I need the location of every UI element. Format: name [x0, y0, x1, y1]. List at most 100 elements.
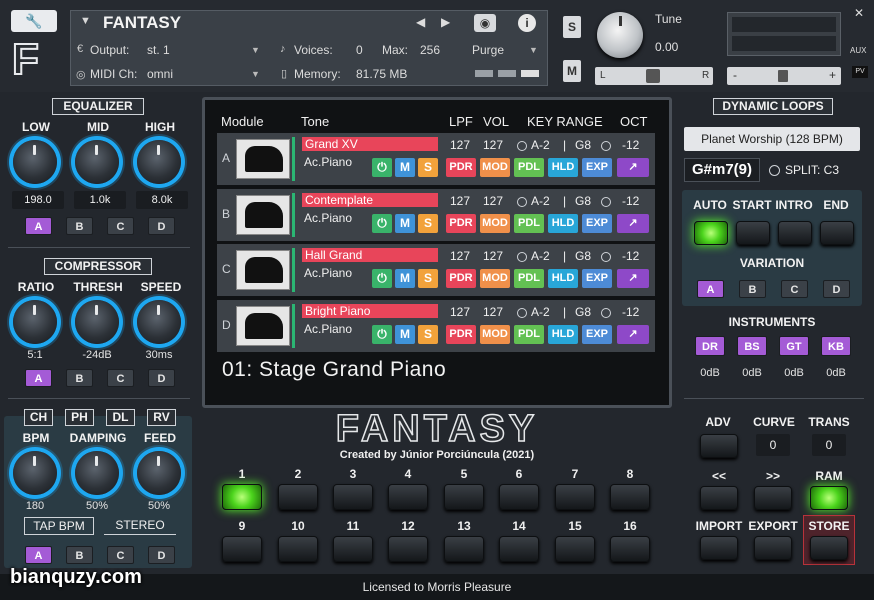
instrument-guitar-level[interactable]: 0dB — [776, 367, 812, 379]
module-key-low[interactable]: A-2 — [531, 194, 550, 208]
module-edit-icon[interactable]: ↗ — [617, 325, 649, 344]
module-exp-toggle[interactable]: EXP — [582, 325, 612, 344]
fx-preset-d[interactable]: D — [148, 546, 175, 564]
module-power-button[interactable]: ⏻ — [372, 325, 392, 344]
key-high-radio[interactable] — [601, 197, 611, 207]
volume-handle[interactable] — [778, 70, 788, 82]
loop-start-button[interactable] — [736, 221, 770, 245]
wrench-icon[interactable]: 🔧 — [11, 10, 57, 32]
variation-c[interactable]: C — [781, 280, 808, 298]
eq-preset-d[interactable]: D — [148, 217, 175, 235]
eq-mid-knob[interactable] — [75, 140, 119, 184]
fx-tab-chorus[interactable]: CH — [24, 409, 53, 426]
pad-button[interactable] — [555, 536, 595, 562]
module-lpf-value[interactable]: 127 — [450, 305, 470, 319]
module-exp-toggle[interactable]: EXP — [582, 269, 612, 288]
module-vol-value[interactable]: 127 — [483, 249, 503, 263]
module-solo-button[interactable]: S — [418, 269, 438, 288]
module-pdl-toggle[interactable]: PDL — [514, 269, 544, 288]
module-key-high[interactable]: G8 — [575, 138, 591, 152]
variation-b[interactable]: B — [739, 280, 766, 298]
next-button[interactable] — [754, 486, 792, 510]
instrument-keyboard[interactable]: KB — [821, 336, 851, 356]
module-key-high[interactable]: G8 — [575, 194, 591, 208]
pad-button[interactable] — [278, 536, 318, 562]
module-mod-toggle[interactable]: MOD — [480, 269, 510, 288]
midi-select[interactable]: omni — [147, 67, 173, 81]
eq-preset-b[interactable]: B — [66, 217, 93, 235]
pad-button[interactable] — [610, 484, 650, 510]
module-key-low[interactable]: A-2 — [531, 249, 550, 263]
key-low-radio[interactable] — [517, 197, 527, 207]
pad-button[interactable] — [610, 536, 650, 562]
purge-dropdown-icon[interactable]: ▼ — [529, 45, 538, 55]
key-low-radio[interactable] — [517, 252, 527, 262]
module-pdl-toggle[interactable]: PDL — [514, 214, 544, 233]
pad-button[interactable] — [222, 536, 262, 562]
module-mute-button[interactable]: M — [395, 158, 415, 177]
module-oct-value[interactable]: -12 — [622, 305, 639, 319]
collapse-icon[interactable]: ▼ — [80, 15, 91, 27]
module-solo-button[interactable]: S — [418, 158, 438, 177]
ram-button[interactable] — [810, 486, 848, 510]
pad-button[interactable] — [499, 484, 539, 510]
module-patch-name[interactable]: Bright Piano — [302, 304, 438, 318]
comp-preset-c[interactable]: C — [107, 369, 134, 387]
eq-low-knob[interactable] — [13, 140, 57, 184]
comp-preset-b[interactable]: B — [66, 369, 93, 387]
module-oct-value[interactable]: -12 — [622, 249, 639, 263]
camera-icon[interactable]: ◉ — [474, 14, 496, 32]
module-lpf-value[interactable]: 127 — [450, 138, 470, 152]
eq-high-knob[interactable] — [137, 140, 181, 184]
tune-value[interactable]: 0.00 — [655, 40, 678, 54]
instrument-drums-level[interactable]: 0dB — [692, 367, 728, 379]
module-hld-toggle[interactable]: HLD — [548, 325, 578, 344]
curve-value[interactable]: 0 — [756, 434, 790, 456]
split-radio[interactable] — [769, 165, 780, 176]
stereo-button[interactable]: STEREO — [104, 517, 176, 535]
pad-button[interactable] — [333, 536, 373, 562]
pad-button[interactable] — [444, 536, 484, 562]
pad-button[interactable] — [388, 484, 428, 510]
eq-high-value[interactable]: 8.0k — [136, 191, 188, 209]
module-pdr-toggle[interactable]: PDR — [446, 214, 476, 233]
fx-feed-knob[interactable] — [137, 451, 181, 495]
key-low-radio[interactable] — [517, 308, 527, 318]
module-mute-button[interactable]: M — [395, 214, 415, 233]
loop-auto-button[interactable] — [694, 221, 728, 245]
module-mute-button[interactable]: M — [395, 325, 415, 344]
module-pdr-toggle[interactable]: PDR — [446, 158, 476, 177]
fx-preset-b[interactable]: B — [66, 546, 93, 564]
module-edit-icon[interactable]: ↗ — [617, 158, 649, 177]
module-key-low[interactable]: A-2 — [531, 138, 550, 152]
max-value[interactable]: 256 — [420, 43, 440, 57]
loop-intro-button[interactable] — [778, 221, 812, 245]
key-high-radio[interactable] — [601, 141, 611, 151]
adv-button[interactable] — [700, 434, 738, 458]
module-oct-value[interactable]: -12 — [622, 138, 639, 152]
module-patch-name[interactable]: Contemplate — [302, 193, 438, 207]
module-key-high[interactable]: G8 — [575, 305, 591, 319]
module-mute-button[interactable]: M — [395, 269, 415, 288]
instrument-keyboard-level[interactable]: 0dB — [818, 367, 854, 379]
comp-speed-knob[interactable] — [137, 300, 181, 344]
fx-tab-delay[interactable]: DL — [106, 409, 135, 426]
module-pdr-toggle[interactable]: PDR — [446, 269, 476, 288]
preset-name[interactable]: 01: Stage Grand Piano — [222, 358, 446, 382]
module-power-button[interactable]: ⏻ — [372, 269, 392, 288]
eq-preset-a[interactable]: A — [25, 217, 52, 235]
midi-dropdown-icon[interactable]: ▼ — [251, 69, 260, 79]
module-mod-toggle[interactable]: MOD — [480, 158, 510, 177]
pad-button[interactable] — [278, 484, 318, 510]
key-high-radio[interactable] — [601, 308, 611, 318]
eq-mid-value[interactable]: 1.0k — [74, 191, 126, 209]
module-vol-value[interactable]: 127 — [483, 194, 503, 208]
module-hld-toggle[interactable]: HLD — [548, 158, 578, 177]
instrument-bass[interactable]: BS — [737, 336, 767, 356]
module-pdr-toggle[interactable]: PDR — [446, 325, 476, 344]
purge-button[interactable]: Purge — [472, 43, 504, 57]
fx-damping-knob[interactable] — [75, 451, 119, 495]
comp-preset-d[interactable]: D — [148, 369, 175, 387]
module-oct-value[interactable]: -12 — [622, 194, 639, 208]
comp-preset-a[interactable]: A — [25, 369, 52, 387]
